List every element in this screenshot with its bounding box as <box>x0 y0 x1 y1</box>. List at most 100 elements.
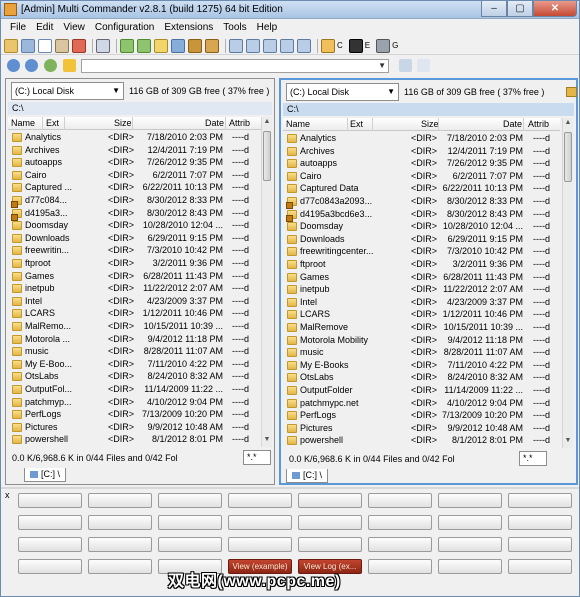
custom-button[interactable] <box>18 493 82 508</box>
new-folder-icon[interactable] <box>4 38 18 53</box>
file-row[interactable]: Games <DIR> 6/28/2011 11:43 PM ----d <box>283 272 560 285</box>
file-row[interactable]: music <DIR> 8/28/2011 11:07 AM ----d <box>8 346 262 359</box>
column-separator[interactable] <box>438 118 439 131</box>
notes-icon[interactable] <box>399 59 412 72</box>
close-button[interactable]: ✕ <box>533 1 577 17</box>
forward-arrow-icon[interactable] <box>25 59 38 72</box>
file-row[interactable]: autoapps <DIR> 7/26/2012 9:35 PM ----d <box>283 158 560 171</box>
custom-button[interactable] <box>368 559 432 574</box>
custom-button[interactable] <box>158 493 222 508</box>
document-icon[interactable] <box>417 59 430 72</box>
custom-button[interactable] <box>228 515 292 530</box>
custom-button[interactable] <box>18 537 82 552</box>
file-row[interactable]: Intel <DIR> 4/23/2009 3:37 PM ----d <box>283 297 560 310</box>
custom-button[interactable] <box>368 537 432 552</box>
copy-files-icon[interactable] <box>120 38 134 53</box>
menu-configuration[interactable]: Configuration <box>90 20 159 36</box>
filter-field[interactable]: *.* <box>519 451 547 466</box>
compare-icon[interactable] <box>171 38 185 53</box>
title-bar[interactable]: [Admin] Multi Commander v2.8.1 (build 12… <box>1 1 579 19</box>
current-path[interactable]: C:\ <box>283 103 574 116</box>
menu-edit[interactable]: Edit <box>31 20 58 36</box>
file-row[interactable]: d4195a3bcd6e3... <DIR> 8/30/2012 8:43 PM --… <box>283 209 560 222</box>
drive-selector[interactable]: (C:) Local Disk ▼ <box>11 82 124 100</box>
custom-button[interactable] <box>88 559 152 574</box>
column-separator[interactable] <box>64 117 65 130</box>
column-ext[interactable]: Ext <box>350 119 363 129</box>
scroll-thumb[interactable] <box>263 131 271 181</box>
custom-button[interactable] <box>18 559 82 574</box>
file-row[interactable]: MalRemo... <DIR> 10/15/2011 10:39 ... ----d <box>8 321 262 334</box>
chevron-down-icon[interactable]: ▼ <box>387 87 395 96</box>
people-icon[interactable] <box>321 38 335 53</box>
drive-c-label[interactable]: C <box>337 41 343 50</box>
custom-button[interactable] <box>88 537 152 552</box>
drive-g-label[interactable]: G <box>392 41 398 50</box>
file-row[interactable]: Archives <DIR> 12/4/2011 7:19 PM ----d <box>283 146 560 159</box>
custom-button[interactable] <box>18 515 82 530</box>
tab-c-drive[interactable]: [C:] \ <box>286 469 329 483</box>
column-attrib[interactable]: Attrib <box>528 119 549 129</box>
custom-button[interactable] <box>508 515 572 530</box>
file-row[interactable]: Captured ... <DIR> 6/22/2011 10:13 PM ----d <box>8 182 262 195</box>
drive-selector[interactable]: (C:) Local Disk ▼ <box>286 83 399 101</box>
file-row[interactable]: OtsLabs <DIR> 8/24/2010 8:32 AM ----d <box>8 371 262 384</box>
menu-file[interactable]: File <box>5 20 31 36</box>
file-row[interactable]: Motorola Mobility <DIR> 9/4/2012 11:18 PM -… <box>283 335 560 348</box>
file-row[interactable]: OutputFol... <DIR> 11/14/2009 11:22 ... ---… <box>8 384 262 397</box>
scroll-up-icon[interactable]: ▲ <box>563 119 573 129</box>
file-row[interactable]: Captured Data <DIR> 6/22/2011 10:13 PM ----… <box>283 183 560 196</box>
bookmark-icon[interactable] <box>280 38 294 53</box>
scroll-down-icon[interactable]: ▼ <box>262 436 272 446</box>
drive-g-icon[interactable] <box>376 38 391 53</box>
bookmark-icon[interactable] <box>246 38 260 53</box>
delete-icon[interactable] <box>72 38 86 53</box>
custom-button[interactable] <box>228 537 292 552</box>
file-row[interactable]: OutputFolder <DIR> 11/14/2009 11:22 ... ---… <box>283 385 560 398</box>
file-row[interactable]: Archives <DIR> 12/4/2011 7:19 PM ----d <box>8 145 262 158</box>
custom-button[interactable] <box>88 515 152 530</box>
favorites-star-icon[interactable] <box>63 59 76 72</box>
custom-button[interactable] <box>228 493 292 508</box>
custom-button[interactable] <box>438 559 502 574</box>
vertical-scrollbar[interactable]: ▲ ▼ <box>562 118 573 448</box>
column-name[interactable]: Name <box>11 118 35 128</box>
column-separator[interactable] <box>132 117 133 130</box>
file-row[interactable]: powershell <DIR> 8/1/2012 8:01 PM ----d <box>8 434 262 447</box>
file-row[interactable]: patchmypc.net <DIR> 4/10/2012 9:04 PM ----d <box>283 398 560 411</box>
file-row[interactable]: My E-Boo... <DIR> 7/11/2010 4:22 PM ----d <box>8 359 262 372</box>
tab-c-drive[interactable]: [C:] \ <box>24 468 67 482</box>
back-arrow-icon[interactable] <box>7 59 20 72</box>
file-row[interactable]: freewritin... <DIR> 7/3/2010 10:42 PM ----d <box>8 245 262 258</box>
custom-button[interactable] <box>298 515 362 530</box>
file-row[interactable]: d4195a3... <DIR> 8/30/2012 8:43 PM ----d <box>8 208 262 221</box>
custom-button[interactable] <box>368 493 432 508</box>
column-separator[interactable] <box>347 118 348 131</box>
file-row[interactable]: music <DIR> 8/28/2011 11:07 AM ----d <box>283 347 560 360</box>
file-row[interactable]: My E-Books <DIR> 7/11/2010 4:22 PM ----d <box>283 360 560 373</box>
file-row[interactable]: MalRemove <DIR> 10/15/2011 10:39 ... ----d <box>283 322 560 335</box>
file-row[interactable]: Doomsday <DIR> 10/28/2010 12:04 ... ----d <box>8 220 262 233</box>
file-row[interactable]: PerfLogs <DIR> 7/13/2009 10:20 PM ----d <box>8 409 262 422</box>
vertical-scrollbar[interactable]: ▲ ▼ <box>261 117 272 447</box>
custom-button[interactable] <box>298 493 362 508</box>
file-row[interactable]: autoapps <DIR> 7/26/2012 9:35 PM ----d <box>8 157 262 170</box>
scroll-down-icon[interactable]: ▼ <box>563 437 573 447</box>
custom-button[interactable] <box>158 515 222 530</box>
pack-icon[interactable] <box>188 38 202 53</box>
current-path[interactable]: C:\ <box>8 102 272 115</box>
file-row[interactable]: inetpub <DIR> 11/22/2012 2:07 AM ----d <box>283 284 560 297</box>
view-mode-icon[interactable] <box>96 38 110 53</box>
menu-extensions[interactable]: Extensions <box>159 20 218 36</box>
panel-divider[interactable] <box>1 487 579 489</box>
file-row[interactable]: ftproot <DIR> 3/2/2011 9:36 PM ----d <box>8 258 262 271</box>
bookmark-icon[interactable] <box>229 38 243 53</box>
file-row[interactable]: Cairo <DIR> 6/2/2011 7:07 PM ----d <box>283 171 560 184</box>
path-combo[interactable]: ▼ <box>81 59 389 73</box>
file-row[interactable]: Doomsday <DIR> 10/28/2010 12:04 ... ----d <box>283 221 560 234</box>
chevron-down-icon[interactable]: ▼ <box>112 86 120 95</box>
column-size[interactable]: Size <box>421 119 439 129</box>
bookmark-icon[interactable] <box>263 38 277 53</box>
drive-e-label[interactable]: E <box>365 41 370 50</box>
custom-button[interactable] <box>88 493 152 508</box>
